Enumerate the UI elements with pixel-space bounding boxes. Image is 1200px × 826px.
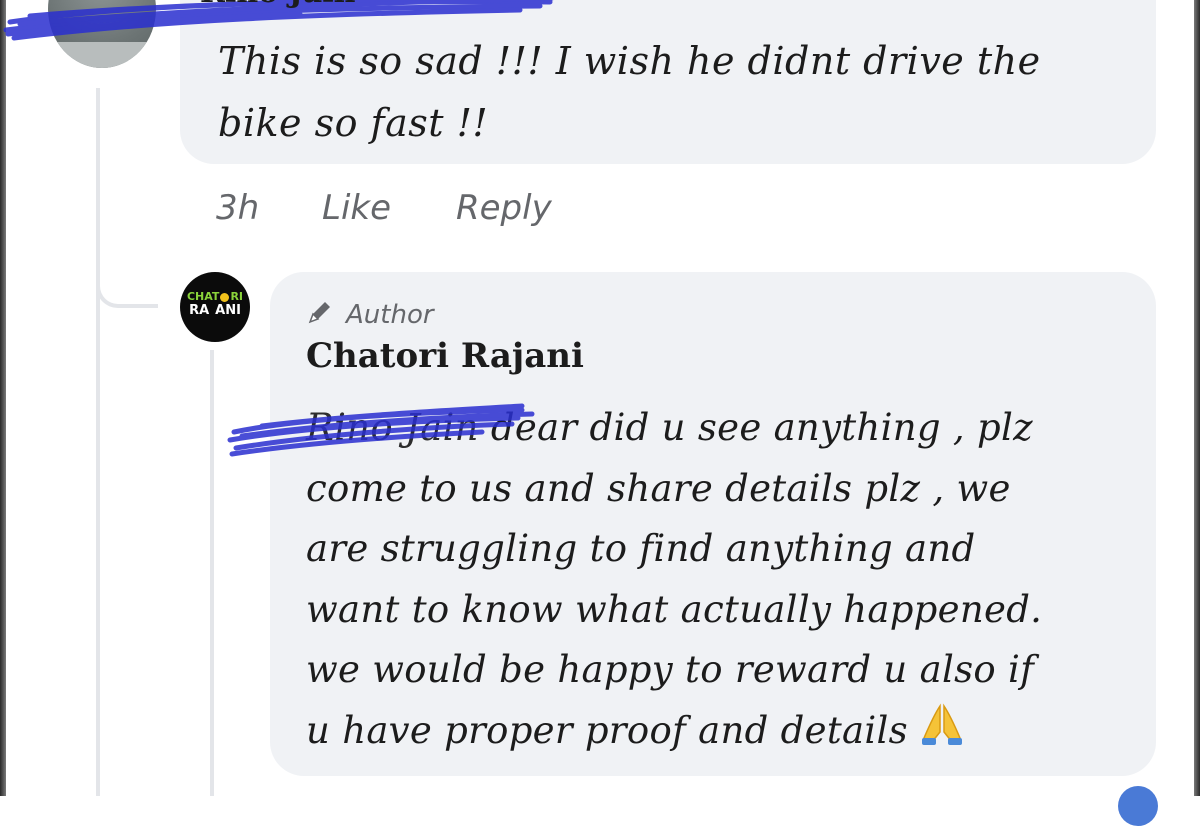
- comment-timestamp[interactable]: 3h: [216, 188, 259, 228]
- like-button[interactable]: Like: [322, 188, 391, 228]
- reply-text-line: come to us and share details plz , we: [306, 466, 1011, 510]
- author-name[interactable]: Chatori Rajani: [306, 336, 584, 376]
- folded-hands-icon: [918, 702, 966, 765]
- commenter-name[interactable]: Rino Jain: [200, 0, 356, 10]
- reply-thread-line: [210, 350, 214, 796]
- author-badge: Author: [306, 298, 434, 333]
- author-avatar[interactable]: CHAT RI RA ANI: [180, 272, 250, 342]
- comment-text-line: bike so fast !!: [218, 101, 489, 145]
- reply-text-line: we would be happy to reward u also if: [306, 648, 1035, 691]
- thread-connector: [96, 240, 158, 308]
- avatar-logo-line1: CHAT RI: [186, 290, 244, 303]
- reply-text-line: want to know what actually happened.: [306, 587, 1043, 631]
- screen-edge-left: [0, 0, 6, 796]
- reaction-icon[interactable]: [1118, 786, 1158, 826]
- logo-dot-icon: [220, 292, 230, 302]
- reply-button[interactable]: Reply: [456, 188, 552, 228]
- comment-text: This is so sad !!! I wish he didnt drive…: [218, 30, 1118, 154]
- author-badge-label: Author: [346, 300, 434, 330]
- pencil-icon: [306, 298, 334, 333]
- reply-text-line: are struggling to find anything and: [306, 527, 976, 570]
- redaction-scribble: [227, 403, 535, 457]
- comment-text-line: This is so sad !!! I wish he didnt drive…: [218, 39, 1041, 83]
- thread-line: [96, 88, 100, 796]
- reply-text-line: u have proper proof and details: [306, 701, 1126, 765]
- avatar-logo-line2: RA ANI: [189, 303, 241, 318]
- logo-gap: [210, 306, 215, 315]
- screen-edge-right: [1194, 0, 1200, 796]
